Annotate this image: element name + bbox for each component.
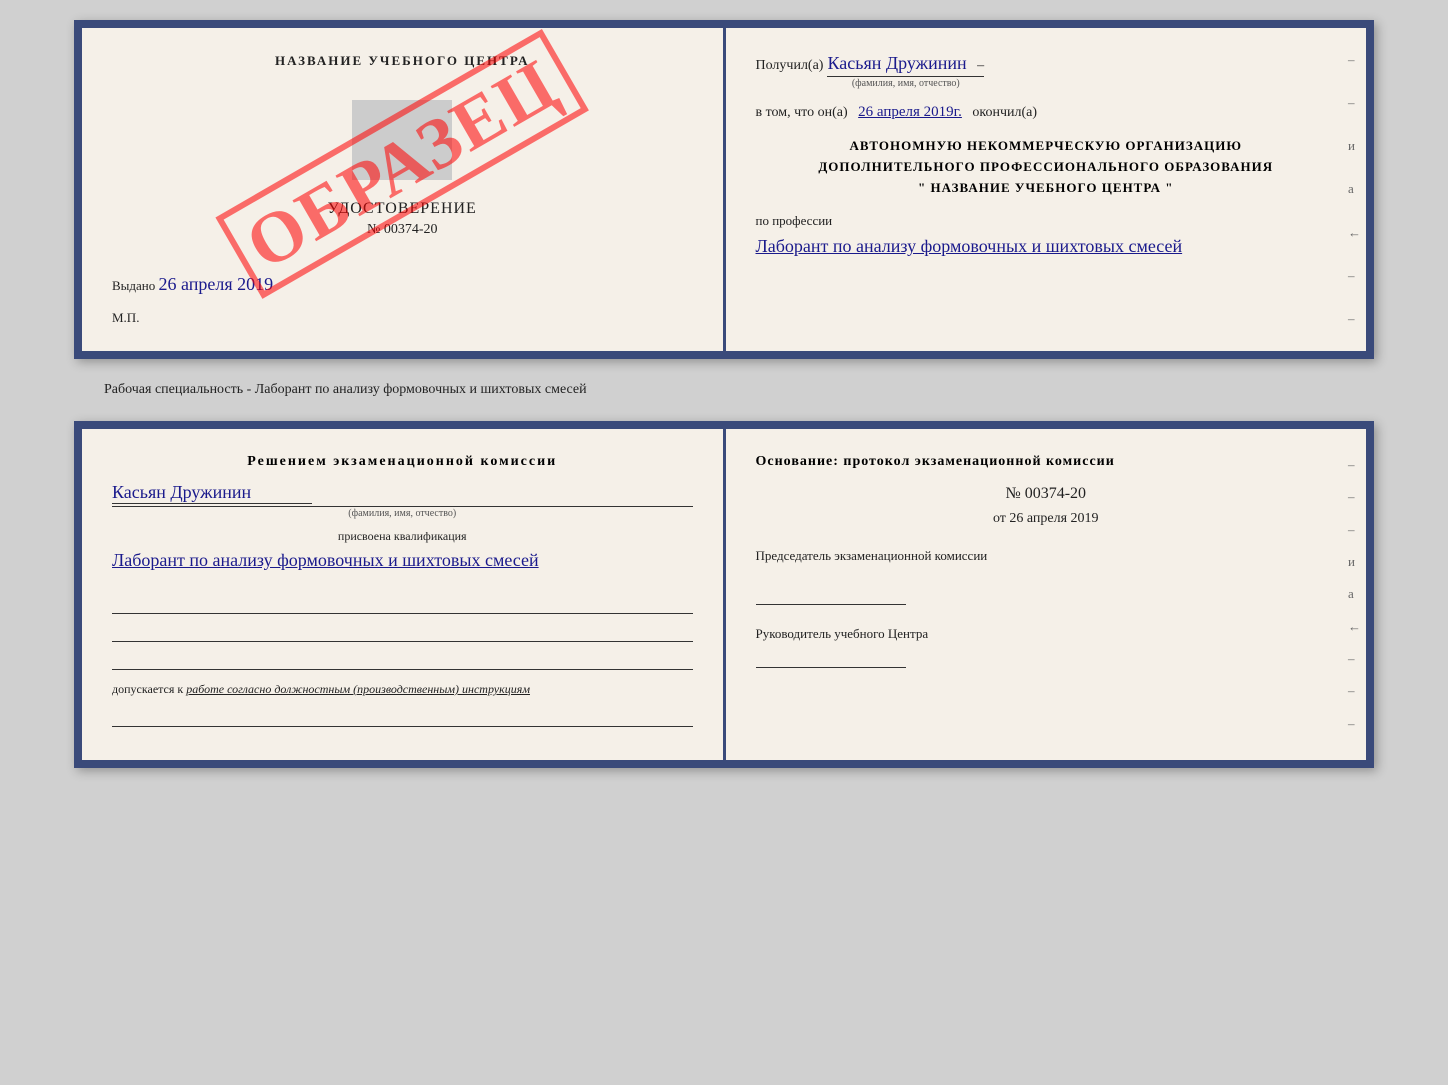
bdash2: – (1348, 489, 1361, 505)
bottom-certificate: Решением экзаменационной комиссии Касьян… (74, 421, 1374, 768)
vtom-line: в том, что он(а) 26 апреля 2019г. окончи… (756, 104, 1337, 121)
bottom-fio: Касьян Дружинин (112, 482, 312, 504)
cert-right-panel: Получил(а) Касьян Дружинин – (фамилия, и… (726, 28, 1367, 351)
protocol-number: № 00374-20 (756, 485, 1337, 503)
sig-line-3 (112, 650, 693, 670)
dash6: – (1348, 268, 1361, 284)
poluchil-label: Получил(а) (756, 58, 824, 74)
sig-line-bottom (112, 707, 693, 727)
vydano-text: Выдано (112, 278, 155, 293)
po-professii-text: по профессии (756, 213, 1337, 229)
protocol-date: 26 апреля 2019 (1009, 511, 1098, 526)
sig-line-2 (112, 622, 693, 642)
bdash8: – (1348, 683, 1361, 699)
bottom-fio-block: Касьян Дружинин (фамилия, имя, отчество) (112, 482, 693, 519)
vydano-date: 26 апреля 2019 (159, 274, 274, 294)
document-container: НАЗВАНИЕ УЧЕБНОГО ЦЕНТРА ОБРАЗЕЦ УДОСТОВ… (74, 20, 1374, 768)
sig-line-1 (112, 594, 693, 614)
bdash7: – (1348, 651, 1361, 667)
udostoverenie-label: УДОСТОВЕРЕНИЕ (328, 200, 477, 218)
dash5: ← (1348, 225, 1361, 241)
dopuskaetsya-text: работе согласно должностным (производств… (186, 682, 530, 696)
dash2: – (1348, 95, 1361, 111)
vydano-line: Выдано 26 апреля 2019 (112, 274, 693, 295)
bottom-qualification: Лаборант по анализу формовочных и шихтов… (112, 547, 693, 574)
dopuskaetsya-label: допускается к (112, 682, 183, 696)
cert-school-name: НАЗВАНИЕ УЧЕБНОГО ЦЕНТРА (112, 53, 693, 69)
dash4: а (1348, 181, 1361, 197)
fio-subtitle-top: (фамилия, имя, отчество) (827, 76, 984, 89)
top-certificate: НАЗВАНИЕ УЧЕБНОГО ЦЕНТРА ОБРАЗЕЦ УДОСТОВ… (74, 20, 1374, 359)
stamp-placeholder (352, 100, 452, 180)
bottom-right-panel: Основание: протокол экзаменационной коми… (726, 429, 1367, 760)
rukov-sig-line (756, 648, 906, 668)
number-label: № 00374-20 (1005, 485, 1086, 502)
org-line3: " НАЗВАНИЕ УЧЕБНОГО ЦЕНТРА " (756, 178, 1337, 199)
bdash3: – (1348, 522, 1361, 538)
org-line1: АВТОНОМНУЮ НЕКОММЕРЧЕСКУЮ ОРГАНИЗАЦИЮ (756, 136, 1337, 157)
chairman-block: Председатель экзаменационной комиссии (756, 547, 1337, 605)
po-professii-label: по профессии Лаборант по анализу формово… (756, 213, 1337, 260)
bdash5: а (1348, 586, 1361, 602)
bottom-left-panel: Решением экзаменационной комиссии Касьян… (82, 429, 726, 760)
poluchil-line: Получил(а) Касьян Дружинин – (фамилия, и… (756, 53, 1337, 89)
ot-date-line: от 26 апреля 2019 (756, 511, 1337, 527)
dash3: и (1348, 138, 1361, 154)
recipient-fio: Касьян Дружинин (827, 53, 966, 73)
bdash6: ← (1348, 619, 1361, 635)
stamp-area: ОБРАЗЕЦ УДОСТОВЕРЕНИЕ № 00374-20 (112, 84, 693, 244)
org-block: АВТОНОМНУЮ НЕКОММЕРЧЕСКУЮ ОРГАНИЗАЦИЮ ДО… (756, 136, 1337, 198)
chairman-sig-line (756, 585, 906, 605)
bottom-right-dashes: – – – и а ← – – – (1348, 429, 1361, 760)
dash7: – (1348, 311, 1361, 327)
chairman-label: Председатель экзаменационной комиссии (756, 547, 1337, 565)
bdash1: – (1348, 457, 1361, 473)
org-line2: ДОПОЛНИТЕЛЬНОГО ПРОФЕССИОНАЛЬНОГО ОБРАЗО… (756, 157, 1337, 178)
profession-text: Лаборант по анализу формовочных и шихтов… (756, 233, 1337, 260)
prisvoena-label: присвоена квалификация (112, 529, 693, 544)
cert-left-panel: НАЗВАНИЕ УЧЕБНОГО ЦЕНТРА ОБРАЗЕЦ УДОСТОВ… (82, 28, 726, 351)
signature-lines-block (112, 594, 693, 670)
okonchil-label: окончил(а) (972, 105, 1037, 120)
mp-label: М.П. (112, 310, 693, 326)
dopuskaetsya-block: допускается к работе согласно должностны… (112, 682, 693, 697)
bdash4: и (1348, 554, 1361, 570)
cert-number: № 00374-20 (367, 222, 438, 238)
specialty-line: Рабочая специальность - Лаборант по анал… (74, 374, 1374, 406)
dash1: – (1348, 52, 1361, 68)
ot-label: от (993, 511, 1006, 526)
bottom-fio-subtitle: (фамилия, имя, отчество) (112, 506, 693, 519)
right-side-lines: – – и а ← – – (1348, 28, 1361, 351)
completion-date: 26 апреля 2019г. (858, 104, 962, 120)
bdash9: – (1348, 716, 1361, 732)
rukov-label: Руководитель учебного Центра (756, 625, 1337, 643)
resheniem-title: Решением экзаменационной комиссии (112, 454, 693, 470)
vtom-label: в том, что он(а) (756, 105, 848, 120)
osnovanie-title: Основание: протокол экзаменационной коми… (756, 454, 1337, 470)
rukov-block: Руководитель учебного Центра (756, 625, 1337, 668)
